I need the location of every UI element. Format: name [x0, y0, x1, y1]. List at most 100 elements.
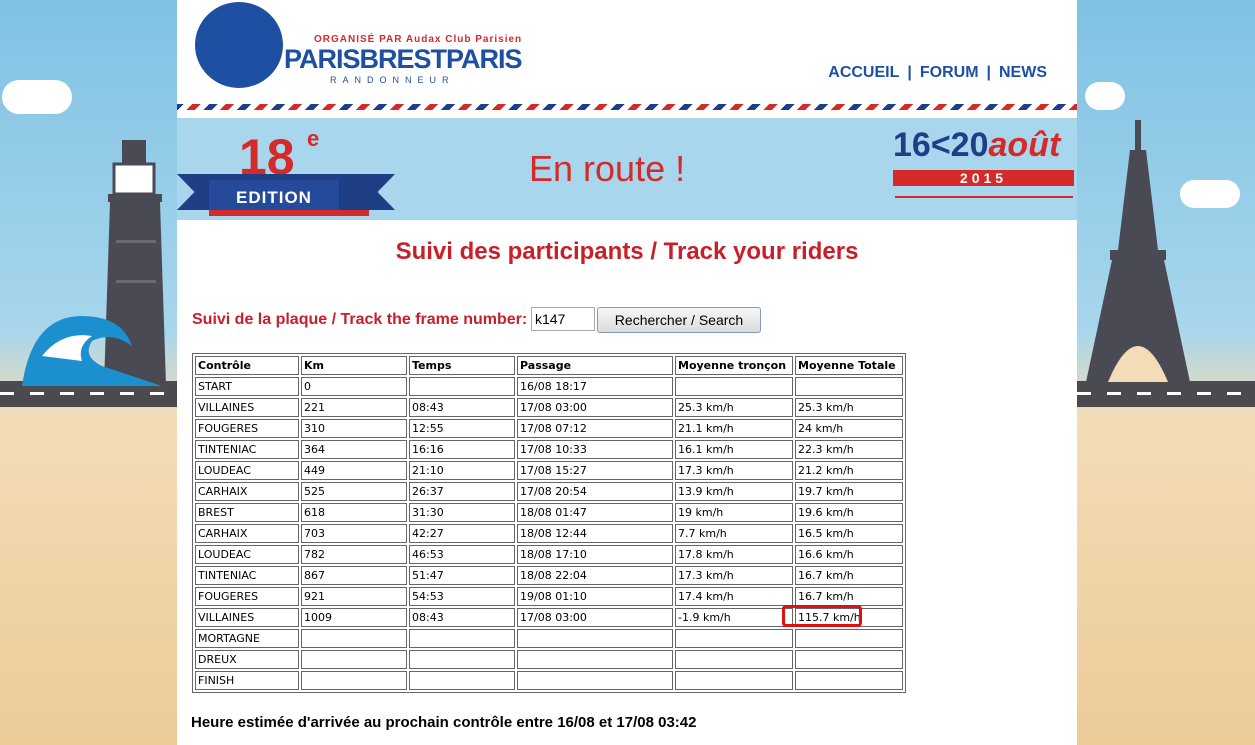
col-header-passage: Passage — [517, 356, 673, 375]
cell-temps: 42:27 — [409, 524, 515, 543]
nav-accueil[interactable]: ACCUEIL — [828, 64, 899, 81]
cell-moyenne-troncon — [675, 650, 793, 669]
cell-moyenne-totale: 19.6 km/h — [795, 503, 903, 522]
col-header-moyenne-totale: Moyenne Totale — [795, 356, 903, 375]
cell-passage — [517, 650, 673, 669]
cell-temps: 46:53 — [409, 545, 515, 564]
nav-separator: | — [907, 64, 912, 81]
cell-moyenne-totale: 16.7 km/h — [795, 587, 903, 606]
table-row: FOUGERES 921 54:53 19/08 01:10 17.4 km/h 16.7… — [195, 587, 903, 606]
eiffel-tower-illustration — [1086, 120, 1190, 382]
search-button[interactable]: Rechercher / Search — [597, 307, 761, 333]
cell-controle: VILLAINES — [195, 398, 299, 417]
table-row: VILLAINES 221 08:43 17/08 03:00 25.3 km/h 25.… — [195, 398, 903, 417]
cell-passage: 19/08 01:10 — [517, 587, 673, 606]
logo-title[interactable]: PARISBRESTPARIS — [284, 44, 523, 75]
table-header-row: Contrôle Km Temps Passage Moyenne tronço… — [195, 356, 903, 375]
cell-moyenne-totale: 16.6 km/h — [795, 545, 903, 564]
cell-km: 782 — [301, 545, 407, 564]
cell-moyenne-troncon: -1.9 km/h — [675, 608, 793, 627]
year-underline — [895, 196, 1073, 198]
cell-temps — [409, 650, 515, 669]
cell-passage — [517, 671, 673, 690]
cell-passage — [517, 629, 673, 648]
frame-number-input[interactable] — [531, 307, 595, 331]
cell-km: 867 — [301, 566, 407, 585]
cell-controle: VILLAINES — [195, 608, 299, 627]
cell-passage: 18/08 17:10 — [517, 545, 673, 564]
cell-passage: 17/08 03:00 — [517, 608, 673, 627]
event-dates: 16<20août — [893, 126, 1060, 165]
table-row: LOUDEAC 782 46:53 18/08 17:10 17.8 km/h 16.6 … — [195, 545, 903, 564]
cell-moyenne-troncon: 13.9 km/h — [675, 482, 793, 501]
highlight-annotation — [782, 605, 862, 627]
cell-moyenne-totale: 21.2 km/h — [795, 461, 903, 480]
cell-passage: 18/08 22:04 — [517, 566, 673, 585]
cell-passage: 18/08 01:47 — [517, 503, 673, 522]
cell-passage: 17/08 03:00 — [517, 398, 673, 417]
cell-moyenne-troncon — [675, 629, 793, 648]
cell-km: 449 — [301, 461, 407, 480]
edition-ribbon-red — [209, 210, 369, 216]
nav-forum[interactable]: FORUM — [920, 64, 979, 81]
cell-controle: FINISH — [195, 671, 299, 690]
cell-temps: 08:43 — [409, 398, 515, 417]
cell-km: 703 — [301, 524, 407, 543]
table-row: MORTAGNE — [195, 629, 903, 648]
cell-controle: CARHAIX — [195, 482, 299, 501]
logo-subtitle: RANDONNEUR — [330, 75, 455, 85]
main-content: Suivi des participants / Track your ride… — [177, 220, 1077, 745]
cell-temps: 08:43 — [409, 608, 515, 627]
table-row: CARHAIX 703 42:27 18/08 12:44 7.7 km/h 16.5 k… — [195, 524, 903, 543]
cell-controle: CARHAIX — [195, 524, 299, 543]
banner: 18 e EDITION En route ! 16<20août 2015 — [177, 118, 1077, 220]
cell-km: 1009 — [301, 608, 407, 627]
table-row: TINTENIAC 364 16:16 17/08 10:33 16.1 km/h 22.… — [195, 440, 903, 459]
airmail-stripe — [177, 104, 1077, 110]
cell-passage: 17/08 15:27 — [517, 461, 673, 480]
cell-moyenne-totale — [795, 377, 903, 396]
cell-temps — [409, 629, 515, 648]
cell-moyenne-troncon: 17.8 km/h — [675, 545, 793, 564]
cell-moyenne-troncon: 19 km/h — [675, 503, 793, 522]
cell-controle: LOUDEAC — [195, 461, 299, 480]
table-row: FINISH — [195, 671, 903, 690]
cell-km — [301, 650, 407, 669]
table-row: LOUDEAC 449 21:10 17/08 15:27 17.3 km/h 21.2 … — [195, 461, 903, 480]
cloud — [1085, 82, 1125, 110]
cell-passage: 16/08 18:17 — [517, 377, 673, 396]
cell-km: 525 — [301, 482, 407, 501]
cell-moyenne-troncon: 25.3 km/h — [675, 398, 793, 417]
cell-passage: 17/08 20:54 — [517, 482, 673, 501]
cell-controle: TINTENIAC — [195, 566, 299, 585]
logo-cyclist-icon[interactable] — [195, 2, 283, 88]
cell-km: 618 — [301, 503, 407, 522]
cell-moyenne-totale: 16.7 km/h — [795, 566, 903, 585]
cell-controle: TINTENIAC — [195, 440, 299, 459]
cell-km: 0 — [301, 377, 407, 396]
cell-controle: FOUGERES — [195, 419, 299, 438]
col-header-moyenne-troncon: Moyenne tronçon — [675, 356, 793, 375]
page-title: Suivi des participants / Track your ride… — [395, 238, 859, 265]
table-row: FOUGERES 310 12:55 17/08 07:12 21.1 km/h 24 k… — [195, 419, 903, 438]
nav-news[interactable]: NEWS — [999, 64, 1047, 81]
eta-text: Heure estimée d'arrivée au prochain cont… — [191, 714, 697, 731]
event-year: 2015 — [959, 170, 1008, 186]
cell-passage: 18/08 12:44 — [517, 524, 673, 543]
cell-temps: 12:55 — [409, 419, 515, 438]
cell-km: 221 — [301, 398, 407, 417]
cell-temps: 16:16 — [409, 440, 515, 459]
cell-temps: 54:53 — [409, 587, 515, 606]
cell-moyenne-troncon: 17.4 km/h — [675, 587, 793, 606]
cell-km: 921 — [301, 587, 407, 606]
cell-temps — [409, 671, 515, 690]
cell-moyenne-troncon: 16.1 km/h — [675, 440, 793, 459]
cell-moyenne-troncon: 17.3 km/h — [675, 566, 793, 585]
cell-temps — [409, 377, 515, 396]
cell-temps: 21:10 — [409, 461, 515, 480]
cell-controle: START — [195, 377, 299, 396]
month: août — [988, 126, 1061, 164]
wave-illustration — [22, 316, 162, 386]
cell-controle: FOUGERES — [195, 587, 299, 606]
cell-moyenne-troncon — [675, 377, 793, 396]
